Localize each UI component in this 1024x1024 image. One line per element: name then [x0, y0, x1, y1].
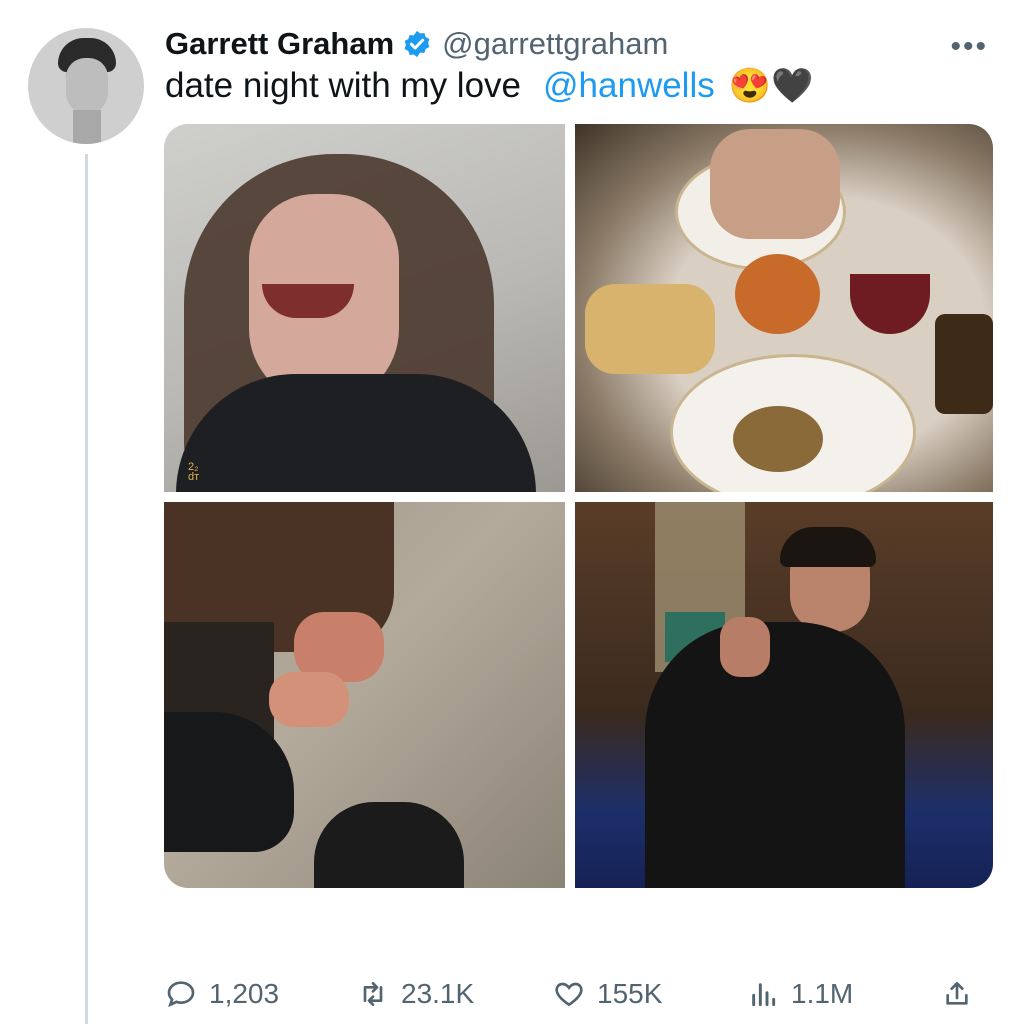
reply-button[interactable]: 1,203	[165, 972, 279, 1016]
like-button[interactable]: 155K	[553, 972, 662, 1016]
view-count: 1.1M	[791, 978, 854, 1009]
photo-watermark: 2₂ dт	[188, 461, 200, 483]
views-button[interactable]: 1.1M	[747, 972, 853, 1016]
tweet-body: date night with my love	[165, 66, 522, 105]
retweet-icon	[363, 982, 383, 1006]
photo-holding-hands[interactable]	[164, 502, 565, 888]
retweet-button[interactable]: 23.1K	[357, 972, 474, 1016]
author-handle[interactable]: @garrettgraham	[442, 26, 668, 62]
photo-man-seated[interactable]	[575, 502, 993, 888]
author-name[interactable]: Garrett Graham	[165, 26, 394, 62]
photo-laughing-woman[interactable]: 2₂ dт	[164, 124, 565, 492]
share-button[interactable]	[941, 972, 985, 1016]
tweet-text: date night with my love @hanwells 😍🖤	[165, 66, 813, 106]
author-avatar[interactable]	[28, 28, 144, 144]
thread-line	[85, 154, 88, 1024]
share-icon	[946, 982, 968, 1005]
verified-badge-icon	[404, 30, 430, 58]
heart-icon	[555, 982, 583, 1007]
more-options-icon[interactable]: •••	[950, 30, 988, 64]
photo-dinner-table[interactable]	[575, 124, 993, 492]
mention-link[interactable]: @hanwells	[543, 66, 715, 106]
action-bar: 1,203 23.1K 155K 1.1M	[165, 972, 995, 1016]
author-header: Garrett Graham @garrettgraham	[165, 24, 668, 64]
avatar-neck	[73, 110, 101, 144]
retweet-count: 23.1K	[401, 978, 475, 1009]
views-icon	[752, 983, 776, 1007]
media-grid: 2₂ dт	[164, 124, 993, 888]
emoji-text: 😍🖤	[728, 67, 814, 105]
avatar-face	[66, 58, 108, 114]
reply-count: 1,203	[209, 978, 280, 1009]
reply-icon	[167, 981, 195, 1008]
like-count: 155K	[597, 978, 663, 1009]
